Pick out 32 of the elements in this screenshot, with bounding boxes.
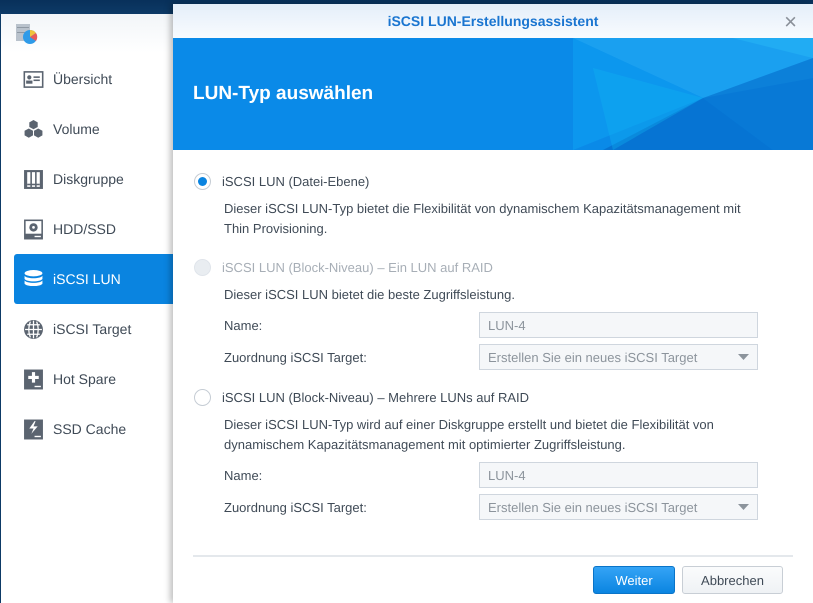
radio-button[interactable] xyxy=(194,388,211,406)
caret-icon xyxy=(738,504,749,510)
sidebar-item[interactable]: iSCSI Target xyxy=(14,304,173,354)
page-heading: LUN-Typ auswählen xyxy=(193,83,374,105)
lightning-drive-icon xyxy=(23,418,44,440)
option-label: iSCSI LUN (Block-Niveau) – Ein LUN auf RAID xyxy=(222,260,493,274)
sidebar-item[interactable]: SSD Cache xyxy=(14,404,173,454)
field-label: Zuordnung iSCSI Target: xyxy=(224,350,368,364)
option-label: iSCSI LUN (Datei-Ebene) xyxy=(222,174,370,188)
option-label: iSCSI LUN (Block-Niveau) – Mehrere LUNs auf RAID xyxy=(222,390,530,404)
disk-group-icon xyxy=(23,168,44,190)
globe-icon xyxy=(23,318,44,340)
sidebar-item[interactable]: Volume xyxy=(14,104,173,154)
cancel-button[interactable]: Abbrechen xyxy=(682,566,783,594)
option-description: Dieser iSCSI LUN-Typ bietet die Flexibilität von dynamischem Kapazitätsmanagement mit Thin Provisioning. xyxy=(224,200,742,238)
cubes-icon xyxy=(23,118,44,140)
sidebar-item[interactable]: Hot Spare xyxy=(14,354,173,404)
field-label: Zuordnung iSCSI Target: xyxy=(224,500,368,514)
sidebar-item[interactable]: iSCSI LUN xyxy=(14,254,173,304)
option-description: Dieser iSCSI LUN-Typ wird auf einer Diskgruppe erstellt und bietet die Flexibilität von dynamischem Kapazitätsmanagement mit optimierter Zugriffsleistung. xyxy=(224,416,715,454)
sidebar-item[interactable]: HDD/SSD xyxy=(14,204,173,254)
option-description: Dieser iSCSI LUN bietet die beste Zugriffsleistung. xyxy=(224,286,516,304)
dialog-title: iSCSI LUN-Erstellungsassistent xyxy=(388,13,598,29)
field-label: Name: xyxy=(224,318,264,332)
storage-manager-logo-icon xyxy=(15,23,39,45)
id-card-icon xyxy=(23,68,44,90)
sidebar-item[interactable]: Diskgruppe xyxy=(14,154,173,204)
field-label: Name: xyxy=(224,468,264,482)
radio-button[interactable] xyxy=(194,172,211,190)
plus-drive-icon xyxy=(23,368,44,390)
caret-icon xyxy=(738,354,749,360)
sidebar-item[interactable]: Übersicht xyxy=(14,54,173,104)
